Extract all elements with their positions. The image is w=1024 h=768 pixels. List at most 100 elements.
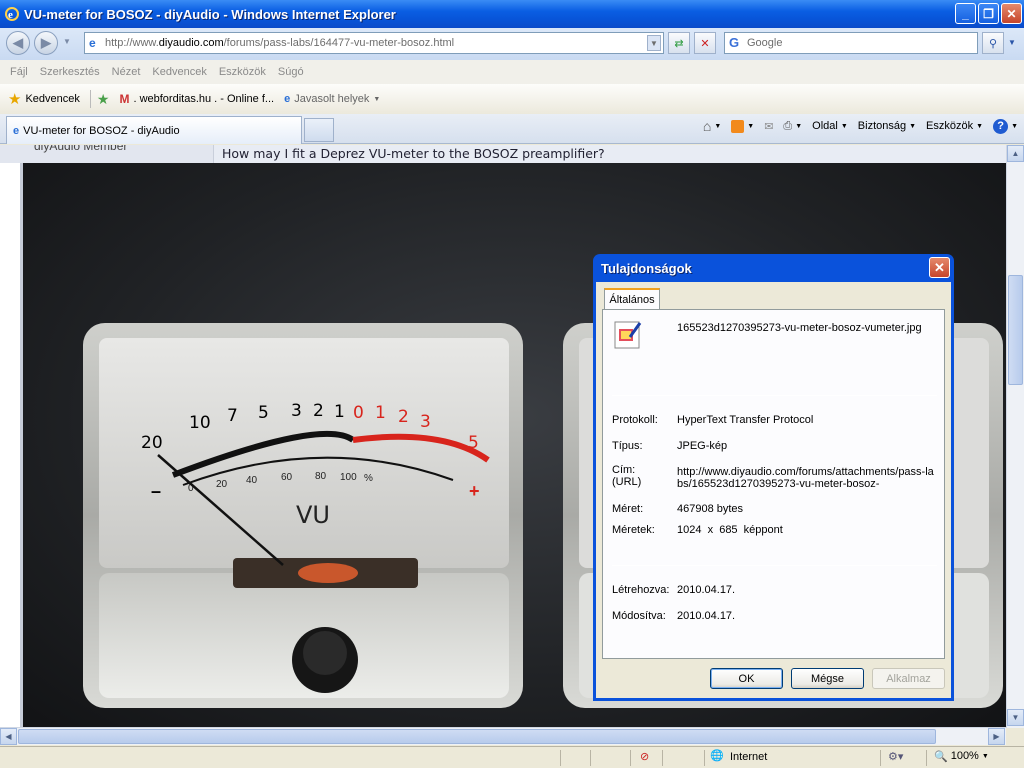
modified-value: 2010.04.17. [677, 610, 736, 622]
new-tab-button[interactable] [304, 118, 334, 142]
general-panel: 165523d1270395273-vu-meter-bosoz-vumeter… [602, 309, 945, 659]
vertical-scroll-thumb[interactable] [1008, 275, 1023, 385]
safety-menu[interactable]: Biztonság ▼ [858, 120, 916, 132]
type-label: Típus: [612, 440, 643, 452]
menu-file[interactable]: Fájl [10, 66, 28, 78]
type-value: JPEG-kép [677, 440, 728, 452]
help-icon: ? [993, 118, 1009, 134]
tab-general-label: Általános [609, 294, 655, 306]
created-value: 2010.04.17. [677, 584, 736, 596]
scroll-up-button[interactable]: ▲ [1007, 145, 1024, 162]
created-label: Létrehozva: [612, 584, 670, 596]
favorite-link-webforditas[interactable]: M . webforditas.hu . - Online f... [119, 92, 274, 106]
magnifier-icon: ⚲ [988, 37, 998, 50]
dialog-body: Általános 165523d1270395273-vu-meter-bos… [596, 282, 951, 698]
restore-button[interactable]: ❐ [978, 3, 999, 24]
ok-label: OK [738, 672, 755, 685]
refresh-button[interactable]: ⇄ [668, 32, 690, 54]
url-value: http://www.diyaudio.com/forums/attachmen… [677, 466, 934, 490]
tools-menu[interactable]: Eszközök ▼ [926, 120, 983, 132]
dimensions-label: Méretek: [612, 524, 655, 536]
favorite-label: . webforditas.hu . - Online f... [133, 93, 275, 105]
zoom-button[interactable]: 🔍 100% ▼ [934, 750, 989, 763]
safety-menu-label: Biztonság [857, 120, 907, 132]
horizontal-scrollbar[interactable]: ◀ ▶ [0, 727, 1006, 745]
tab-row: e VU-meter for BOSOZ - diyAudio ⌂ ▼ ▼ ✉ ⎙… [0, 114, 1024, 144]
printer-icon: ⎙ [783, 119, 793, 132]
history-dropdown-icon[interactable]: ▼ [63, 37, 71, 46]
post-title: How may I fit a Deprez VU-meter to the B… [213, 145, 1006, 163]
rss-icon [731, 119, 745, 133]
menu-edit[interactable]: Szerkesztés [40, 66, 100, 78]
read-mail-button[interactable]: ✉ [764, 120, 773, 133]
chevron-down-icon: ▼ [373, 95, 381, 103]
url-path: /forums/pass-labs/164477-vu-meter-bosoz.… [223, 37, 455, 49]
search-options-icon[interactable]: ▼ [1008, 38, 1016, 47]
privacy-icon[interactable]: ⊘ [640, 750, 649, 763]
apply-button[interactable]: Alkalmaz [872, 668, 945, 689]
security-zone: Internet [730, 751, 768, 763]
dialog-close-button[interactable]: ✕ [929, 257, 950, 278]
search-input[interactable]: G Google [724, 32, 978, 54]
tab-general[interactable]: Általános [604, 288, 660, 310]
status-bar: ⊘ 🌐 Internet ⚙▾ 🔍 100% ▼ [0, 746, 1024, 768]
zoom-level: 100% [950, 750, 979, 762]
address-field[interactable]: e http://www. diyaudio.com/forums/pass-la… [84, 32, 664, 54]
ok-button[interactable]: OK [710, 668, 783, 689]
command-bar: ⌂ ▼ ▼ ✉ ⎙ ▼ Oldal ▼ Biztonság ▼ Eszközök ▼ ? ▼ [703, 118, 1018, 134]
dimensions-value: 1024 x 685 képpont [677, 524, 783, 536]
favorites-button[interactable]: ★ Kedvencek [0, 90, 80, 108]
horizontal-scroll-thumb[interactable] [18, 729, 936, 744]
window-title-bar: e VU-meter for BOSOZ - diyAudio - Window… [0, 0, 1024, 28]
menu-bar: Fájl Szerkesztés Nézet Kedvencek Eszközö… [0, 60, 1024, 84]
browser-tab[interactable]: e VU-meter for BOSOZ - diyAudio [6, 116, 302, 144]
menu-view[interactable]: Nézet [112, 66, 141, 78]
dialog-title-bar: Tulajdonságok [596, 254, 951, 282]
cancel-label: Mégse [810, 672, 845, 685]
page-menu[interactable]: Oldal ▼ [812, 120, 848, 132]
address-dropdown-icon[interactable]: ▼ [647, 35, 661, 51]
add-favorite-icon[interactable]: ★ [97, 91, 110, 108]
stop-icon: ✕ [700, 37, 710, 50]
divider [612, 565, 937, 566]
favorites-bar: ★ Kedvencek ★ M . webforditas.hu . - Onl… [0, 84, 1024, 114]
suggested-sites[interactable]: e Javasolt helyek ▼ [284, 93, 380, 105]
address-toolbar: ◀ ▶ ▼ e http://www. diyaudio.com/forums/p… [0, 28, 1024, 60]
globe-icon: 🌐 [710, 750, 724, 762]
menu-tools[interactable]: Eszközök [219, 66, 266, 78]
back-arrow-icon: ◀ [13, 35, 23, 50]
ie-logo-icon: e [5, 7, 19, 21]
ie-page-icon: e [284, 93, 291, 105]
zoom-icon: 🔍 [934, 751, 948, 763]
menu-favorites[interactable]: Kedvencek [152, 66, 206, 78]
forward-button[interactable]: ▶ [34, 31, 58, 55]
back-button[interactable]: ◀ [6, 31, 30, 55]
protocol-label: Protokoll: [612, 414, 658, 426]
protected-mode-icon[interactable]: ⚙▾ [888, 750, 903, 763]
cancel-button[interactable]: Mégse [791, 668, 864, 689]
menu-help[interactable]: Súgó [278, 66, 304, 78]
modified-label: Módosítva: [612, 610, 666, 622]
help-button[interactable]: ? ▼ [993, 118, 1018, 134]
url-prefix: http://www. [105, 37, 159, 49]
url-label: Cím: (URL) [612, 464, 642, 488]
window-title: VU-meter for BOSOZ - diyAudio - Windows … [24, 6, 396, 22]
stop-button[interactable]: ✕ [694, 32, 716, 54]
member-label: diyAudio Member [34, 145, 128, 153]
search-button[interactable]: ⚲ [982, 32, 1004, 54]
scroll-right-button[interactable]: ▶ [988, 728, 1005, 745]
file-name: 165523d1270395273-vu-meter-bosoz-vumeter… [677, 322, 922, 334]
size-label: Méret: [612, 503, 644, 515]
print-button[interactable]: ⎙ ▼ [783, 120, 802, 133]
scroll-down-button[interactable]: ▼ [1007, 709, 1024, 726]
tools-menu-label: Eszközök [926, 120, 974, 132]
minimize-button[interactable]: _ [955, 3, 976, 24]
mail-icon: ✉ [764, 120, 774, 133]
home-button[interactable]: ⌂ ▼ [703, 118, 721, 134]
vertical-scrollbar[interactable]: ▲ ▼ [1006, 145, 1024, 728]
apply-label: Alkalmaz [886, 672, 931, 685]
scroll-left-button[interactable]: ◀ [0, 728, 17, 745]
feeds-button[interactable]: ▼ [731, 119, 754, 133]
close-button[interactable]: ✕ [1001, 3, 1022, 24]
page-menu-label: Oldal [812, 120, 838, 132]
